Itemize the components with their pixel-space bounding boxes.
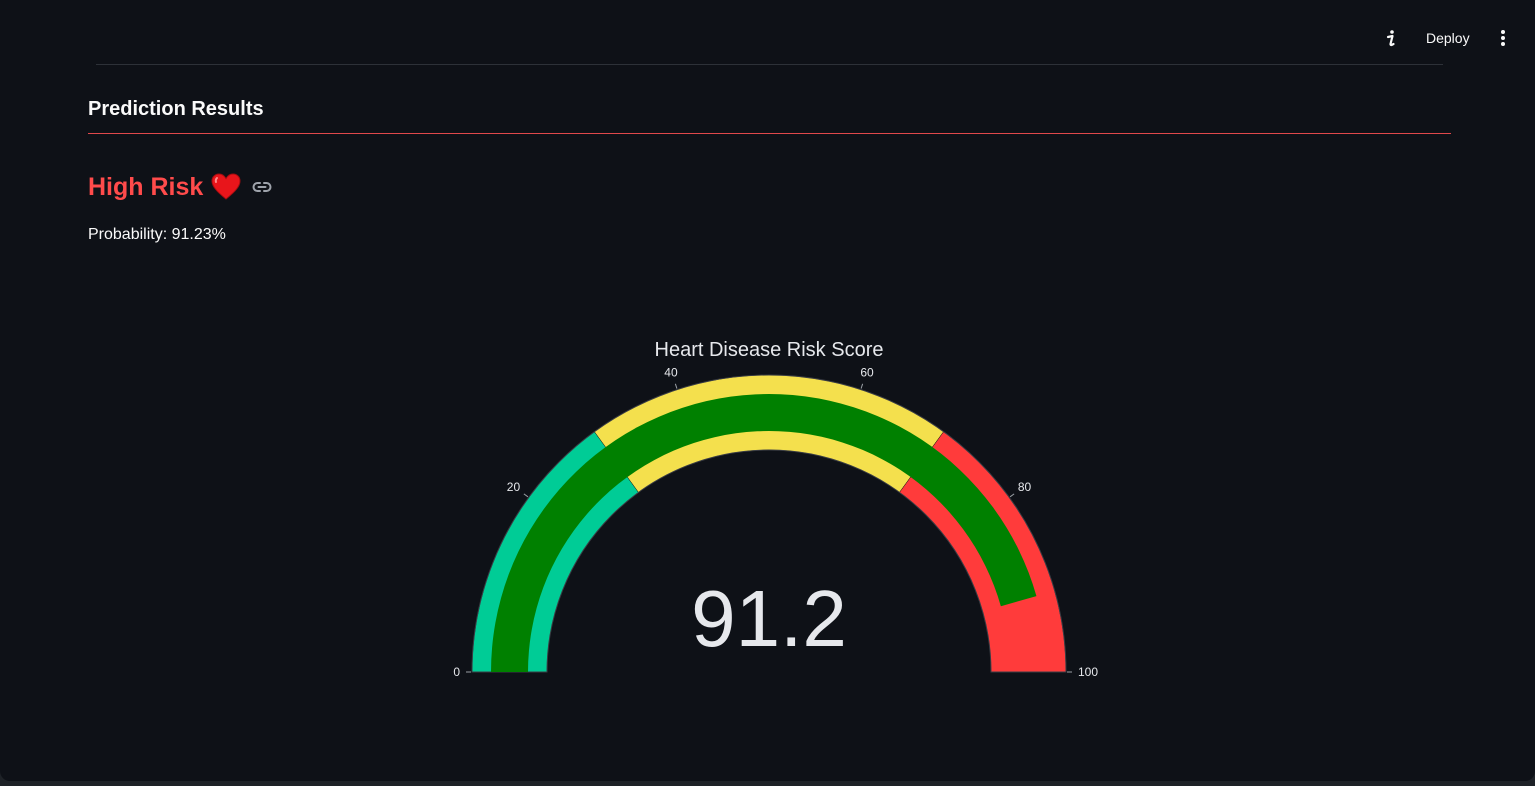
- gauge-tick-label-100: 100: [1078, 665, 1098, 679]
- gauge-tick-label-20: 20: [507, 480, 521, 494]
- gauge-title: Heart Disease Risk Score: [655, 339, 884, 361]
- gauge-tick-label-40: 40: [664, 365, 678, 379]
- app-root: Deploy Prediction Results High Risk Prob…: [0, 0, 1535, 781]
- gauge-tick-label-0: 0: [453, 665, 460, 679]
- gauge-tick-label-60: 60: [860, 365, 874, 379]
- gauge-tick-20: [523, 493, 529, 498]
- gauge-tick-label-80: 80: [1018, 480, 1032, 494]
- gauge-tick-80: [1009, 493, 1015, 498]
- gauge-chart: Heart Disease Risk Score 0 20 40 60 80 100 91.2: [453, 339, 1098, 679]
- gauge-tick-60: [860, 383, 864, 389]
- gauge-tick-40: [674, 383, 678, 389]
- gauge-value-label: 91.2: [691, 574, 847, 663]
